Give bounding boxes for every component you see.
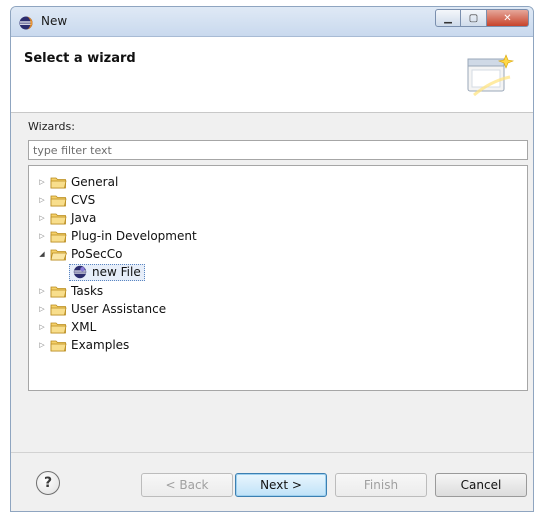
tree-item-posecco[interactable]: ◢ PoSecCo [37, 245, 122, 263]
cancel-button[interactable]: Cancel [435, 473, 527, 497]
folder-icon [50, 194, 67, 207]
title-bar[interactable]: New ▁ ▢ ✕ [11, 7, 533, 37]
eclipse-icon [19, 15, 33, 30]
collapse-arrow-icon[interactable]: ◢ [37, 249, 47, 259]
expand-arrow-icon[interactable]: ▷ [37, 231, 47, 241]
new-file-wizard-icon [73, 265, 87, 279]
wizard-tree[interactable]: ▷ General ▷ CVS ▷ Java ▷ Plug-in Develop… [28, 165, 528, 391]
filter-input[interactable] [28, 140, 528, 160]
close-button[interactable]: ✕ [487, 9, 529, 27]
folder-icon [50, 285, 67, 298]
tree-item-java[interactable]: ▷ Java [37, 209, 96, 227]
tree-item-tasks[interactable]: ▷ Tasks [37, 282, 103, 300]
window-title: New [41, 14, 68, 28]
minimize-icon: ▁ [444, 12, 452, 24]
close-icon: ✕ [503, 12, 512, 24]
tree-item-cvs[interactable]: ▷ CVS [37, 191, 95, 209]
tree-item-label: PoSecCo [71, 247, 123, 261]
tree-item-label: Examples [71, 338, 130, 352]
tree-item-label: XML [71, 320, 97, 334]
wizards-label: Wizards: [28, 120, 75, 133]
tree-item-general[interactable]: ▷ General [37, 173, 118, 191]
maximize-icon: ▢ [468, 12, 479, 24]
tree-item-xml[interactable]: ▷ XML [37, 318, 96, 336]
folder-icon [50, 303, 67, 316]
tree-item-plugin-development[interactable]: ▷ Plug-in Development [37, 227, 197, 245]
expand-arrow-icon[interactable]: ▷ [37, 213, 47, 223]
folder-icon [50, 230, 67, 243]
expand-arrow-icon[interactable]: ▷ [37, 304, 47, 314]
expand-arrow-icon[interactable]: ▷ [37, 195, 47, 205]
tree-item-label: User Assistance [71, 302, 167, 316]
wizard-header: Select a wizard [11, 37, 533, 113]
next-button[interactable]: Next > [235, 473, 327, 497]
tree-item-examples[interactable]: ▷ Examples [37, 336, 129, 354]
button-bar-separator [11, 452, 533, 453]
tree-item-label: Tasks [71, 284, 104, 298]
finish-button[interactable]: Finish [335, 473, 427, 497]
tree-item-label: General [71, 175, 119, 189]
tree-item-label: new File [92, 265, 141, 279]
expand-arrow-icon[interactable]: ▷ [37, 286, 47, 296]
folder-icon [50, 176, 67, 189]
help-icon: ? [43, 475, 53, 491]
maximize-button[interactable]: ▢ [461, 9, 487, 27]
tree-item-label: CVS [71, 193, 96, 207]
minimize-button[interactable]: ▁ [435, 9, 461, 27]
tree-item-label: Plug-in Development [71, 229, 197, 243]
folder-icon [50, 212, 67, 225]
tree-item-new-file[interactable]: new File [69, 263, 145, 281]
selected-item[interactable]: new File [69, 263, 145, 281]
new-wizard-dialog: New ▁ ▢ ✕ Select a wizard Wizards: ▷ [10, 6, 534, 512]
expand-arrow-icon[interactable]: ▷ [37, 177, 47, 187]
help-button[interactable]: ? [36, 471, 60, 495]
back-button[interactable]: < Back [141, 473, 233, 497]
page-title: Select a wizard [24, 51, 136, 66]
wizard-banner-icon [466, 51, 516, 101]
folder-icon [50, 321, 67, 334]
expand-arrow-icon[interactable]: ▷ [37, 340, 47, 350]
open-folder-icon [50, 248, 68, 261]
tree-item-user-assistance[interactable]: ▷ User Assistance [37, 300, 166, 318]
expand-arrow-icon[interactable]: ▷ [37, 322, 47, 332]
tree-item-label: Java [71, 211, 97, 225]
folder-icon [50, 339, 67, 352]
